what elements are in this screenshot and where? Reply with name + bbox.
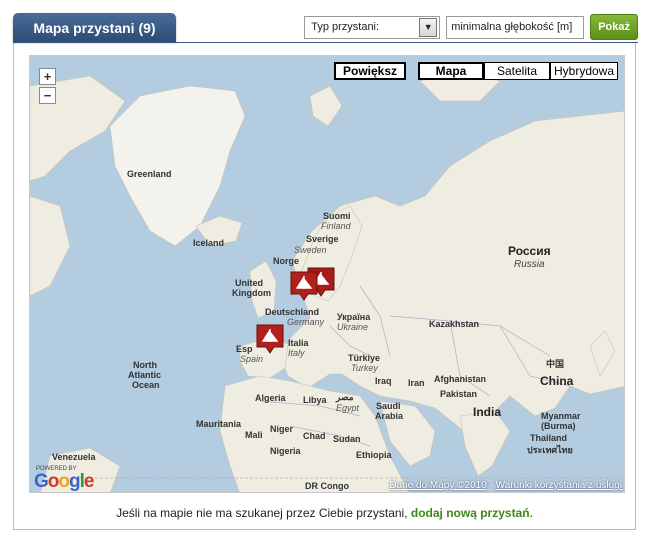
label-norge: Norge	[273, 256, 300, 266]
label-mauritania: Mauritania	[196, 419, 242, 429]
label-finland: Finland	[321, 221, 351, 231]
label-italy: Italy	[288, 348, 305, 358]
label-china-cn: 中国	[546, 359, 565, 369]
zoom-in-button[interactable]: +	[39, 68, 56, 85]
marina-type-select[interactable]: Typ przystani: ▼	[304, 15, 441, 39]
label-thailand: Thailand	[530, 433, 568, 443]
map-type-map[interactable]: Mapa	[418, 62, 484, 80]
footer-end: .	[529, 506, 533, 520]
label-suomi: Suomi	[323, 211, 351, 221]
label-mali: Mali	[245, 430, 263, 440]
label-thailand-th: ประเทศไทย	[527, 445, 573, 455]
label-pakistan: Pakistan	[440, 389, 478, 399]
label-ukraine: Ukraine	[337, 322, 369, 332]
label-deutschland: Deutschland	[265, 307, 320, 317]
label-italia: Italia	[288, 338, 309, 348]
label-arabia: Arabia	[375, 411, 404, 421]
label-sverige: Sverige	[306, 234, 339, 244]
label-espana: Esp	[236, 344, 253, 354]
map-type-satellite[interactable]: Satelita	[484, 62, 550, 80]
marina-type-select-label: Typ przystani:	[311, 21, 380, 33]
add-marina-link[interactable]: dodaj nową przystań	[411, 506, 530, 520]
marina-pin-icon[interactable]	[289, 270, 319, 302]
label-sudan: Sudan	[333, 434, 361, 444]
label-turkey: Turkey	[351, 363, 378, 373]
label-russia: Russia	[514, 259, 545, 270]
label-india: India	[473, 405, 502, 419]
tab-title: Mapa przystani (9)	[33, 19, 156, 36]
terms-link[interactable]: Warunki korzystania z usługi	[496, 480, 622, 491]
label-turkiye: Türkiye	[348, 353, 381, 363]
label-kingdom: Kingdom	[232, 288, 271, 298]
label-libya: Libya	[303, 395, 327, 405]
label-afghanistan: Afghanistan	[434, 374, 487, 384]
label-algeria: Algeria	[255, 393, 286, 403]
label-china: China	[540, 374, 574, 388]
google-logo[interactable]: POWERED BY Google	[34, 466, 94, 492]
footer-text: Jeśli na mapie nie ma szukanej przez Cie…	[116, 506, 411, 520]
google-logo-text: Google	[34, 471, 94, 492]
label-dr-congo: DR Congo	[305, 481, 349, 491]
label-greenland: Greenland	[127, 169, 172, 179]
label-united: United	[235, 278, 263, 288]
label-kazakhstan: Kazakhstan	[429, 319, 480, 329]
map-copyright: Dane do Mapy ©2010 - Warunki korzystania…	[389, 480, 622, 491]
tab-marina-map[interactable]: Mapa przystani (9)	[13, 13, 176, 42]
map-canvas[interactable]: Greenland Iceland Suomi Finland Sverige …	[29, 55, 625, 493]
label-chad: Chad	[303, 431, 326, 441]
label-myanmar: Myanmar	[541, 411, 581, 421]
label-iceland: Iceland	[193, 238, 225, 248]
label-iran: Iran	[408, 378, 425, 388]
copyright-separator: -	[486, 480, 496, 491]
copyright-link[interactable]: Dane do Mapy ©2010	[389, 480, 486, 491]
label-spain: Spain	[240, 354, 264, 364]
label-atlantic: Atlantic	[128, 370, 162, 380]
label-north: North	[133, 360, 157, 370]
label-ocean: Ocean	[132, 380, 160, 390]
label-ukraina: Україна	[337, 312, 371, 322]
zoom-out-button[interactable]: −	[39, 87, 56, 104]
label-egypt-ar: مصر	[336, 392, 354, 402]
label-rossiya: Россия	[508, 244, 551, 258]
label-niger: Niger	[270, 424, 294, 434]
min-depth-input[interactable]	[446, 15, 585, 39]
label-sweden: Sweden	[294, 245, 327, 255]
label-germany: Germany	[287, 317, 325, 327]
label-venezuela: Venezuela	[52, 452, 96, 462]
label-egypt: Egypt	[336, 403, 360, 413]
footer-note: Jeśli na mapie nie ma szukanej przez Cie…	[13, 506, 636, 520]
marina-pin-icon[interactable]	[255, 323, 285, 355]
show-button[interactable]: Pokaż	[590, 14, 638, 40]
label-nigeria: Nigeria	[270, 446, 301, 456]
map-type-hybrid[interactable]: Hybrydowa	[550, 62, 618, 80]
label-ethiopia: Ethiopia	[356, 450, 392, 460]
chevron-down-icon[interactable]: ▼	[419, 17, 438, 37]
label-saudi: Saudi	[376, 401, 401, 411]
label-burma: (Burma)	[541, 421, 576, 431]
label-iraq: Iraq	[375, 376, 392, 386]
enlarge-button[interactable]: Powiększ	[334, 62, 406, 80]
filter-bar: Typ przystani: ▼ Pokaż	[304, 14, 638, 40]
